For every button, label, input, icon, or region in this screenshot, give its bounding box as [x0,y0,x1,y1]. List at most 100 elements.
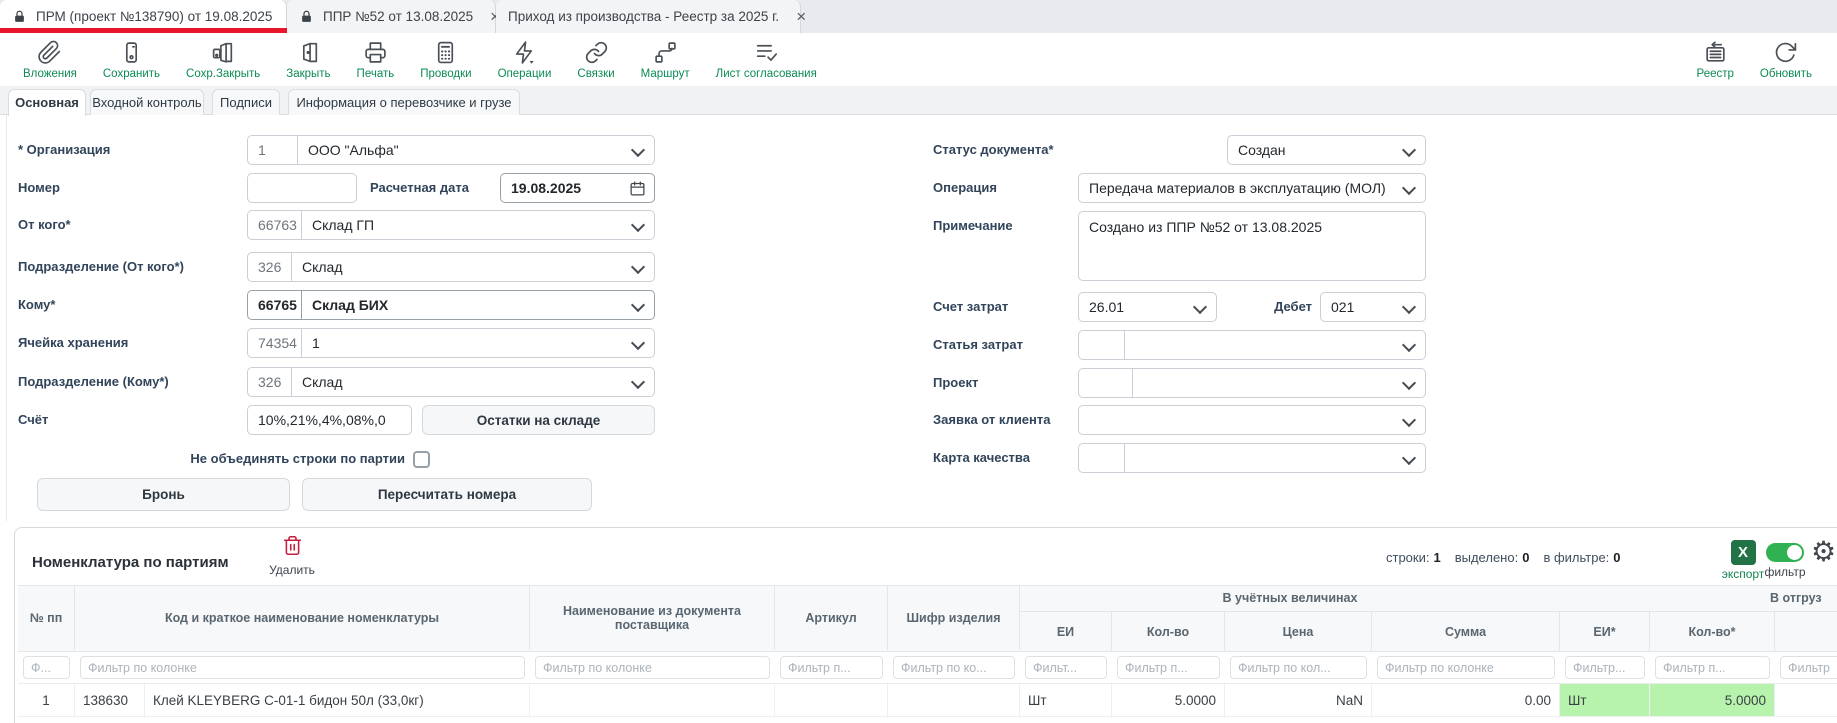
to-code-field[interactable]: 66765 [247,290,302,320]
table-row[interactable]: 1 138630 Клей KLEYBERG С-01-1 бидон 50л … [18,684,1837,717]
calendar-icon[interactable] [629,180,646,197]
filter-toggle-group: фильтр [1755,540,1815,579]
filter-unit-ship-input[interactable] [1565,656,1645,679]
note-textarea[interactable]: Создано из ППР №52 от 13.08.2025 [1078,211,1426,281]
number-label: Номер [18,173,60,203]
print-button[interactable]: Печать [344,40,408,80]
col-article[interactable]: Артикул [775,586,888,650]
form-left-border [6,115,7,521]
tab-signatures[interactable]: Подписи [212,89,280,115]
org-select[interactable]: ООО "Альфа" [298,135,655,165]
operations-button[interactable]: Операции [485,40,565,80]
registry-label: Реестр [1697,68,1734,80]
col-num[interactable]: № пп [18,586,75,650]
org-code-field[interactable]: 1 [247,135,298,165]
close-icon[interactable]: × [788,8,806,25]
chevron-down-icon [631,298,645,312]
stock-balance-button[interactable]: Остатки на складе [422,405,655,435]
registry-button[interactable]: Реестр [1684,40,1747,80]
filter-qty-ship-input[interactable] [1655,656,1770,679]
cell-unit: Шт [1020,684,1112,716]
recalc-numbers-button[interactable]: Пересчитать номера [302,478,592,511]
close-button[interactable]: Закрыть [273,40,343,80]
debit-select[interactable]: 021 [1320,292,1426,322]
route-icon [653,40,678,65]
col-unit[interactable]: ЕИ [1020,612,1112,651]
dept-to-code-field[interactable]: 326 [247,367,292,397]
col-code-name[interactable]: Код и краткое наименование номенклатуры [75,586,530,650]
filter-article-input[interactable] [780,656,883,679]
storage-cell-code-field[interactable]: 74354 [247,328,302,358]
quality-card-code-field[interactable] [1078,443,1125,473]
filter-amount-input[interactable] [1377,656,1555,679]
to-select[interactable]: Склад БИХ [302,290,655,320]
storage-cell-select[interactable]: 1 [302,328,655,358]
calc-date-field[interactable]: 19.08.2025 [500,173,655,203]
operation-label: Операция [933,173,997,203]
route-button[interactable]: Маршрут [628,40,703,80]
status-select[interactable]: Создан [1227,135,1426,165]
gear-icon[interactable]: ⚙ [1811,536,1836,568]
reserve-button[interactable]: Бронь [37,478,290,511]
dept-from-code-field[interactable]: 326 [247,252,292,282]
account-field[interactable]: 10%,21%,4%,08%,0 [247,405,412,435]
col-qty[interactable]: Кол-во [1112,612,1225,651]
group-shipping-title: В отгруз [1560,586,1837,612]
cell-price: NaN [1225,684,1372,716]
filter-qty-input[interactable] [1117,656,1220,679]
delete-row-button[interactable]: Удалить [257,535,327,577]
save-button[interactable]: Сохранить [90,40,173,80]
lightning-icon [512,40,537,65]
filter-unit-input[interactable] [1025,656,1107,679]
cost-item-select[interactable] [1125,330,1426,360]
client-request-select[interactable] [1078,405,1426,435]
links-button[interactable]: Связки [564,40,627,80]
postings-button[interactable]: Проводки [407,40,484,80]
filter-price-input[interactable] [1230,656,1367,679]
col-price[interactable]: Цена [1225,612,1372,651]
cost-account-select[interactable]: 26.01 [1078,292,1217,322]
from-select[interactable]: Склад ГП [302,210,655,240]
col-cut-off[interactable] [1775,612,1837,651]
window-tab-registry[interactable]: Приход из производства - Реестр за 2025 … [496,0,801,33]
col-product-code[interactable]: Шифр изделия [888,586,1020,650]
number-input[interactable] [247,173,357,203]
tab-carrier-info[interactable]: Информация о перевозчике и грузе [288,89,520,115]
cost-item-code-field[interactable] [1078,330,1125,360]
operation-select[interactable]: Передача материалов в эксплуатацию (МОЛ) [1078,173,1426,203]
refresh-label: Обновить [1760,68,1812,80]
tab-input-control[interactable]: Входной контроль [90,89,204,115]
filter-num-input[interactable] [23,656,70,679]
filter-cut-off-input[interactable] [1780,656,1837,679]
chevron-down-icon [631,218,645,232]
cell-qty-ship: 5.0000 [1650,684,1775,716]
project-select[interactable] [1133,368,1426,398]
col-amount[interactable]: Сумма [1372,612,1560,651]
filter-code-name-input[interactable] [80,656,525,679]
attachments-button[interactable]: Вложения [10,40,90,80]
filter-supplier-name-input[interactable] [535,656,770,679]
project-code-field[interactable] [1078,368,1133,398]
col-unit-ship[interactable]: ЕИ* [1560,612,1650,651]
refresh-button[interactable]: Обновить [1747,40,1825,80]
col-supplier-name[interactable]: Наименование из документа поставщика [530,586,775,650]
from-code-field[interactable]: 66763 [247,210,302,240]
filter-toggle[interactable] [1766,543,1804,562]
merge-checkbox-label: Не объединять строки по партии [100,444,405,474]
filter-product-code-input[interactable] [893,656,1015,679]
save-icon [119,40,144,65]
dept-to-select[interactable]: Склад [292,367,655,397]
window-tab-ppr[interactable]: ППР №52 от 13.08.2025 × [287,0,496,33]
approval-sheet-button[interactable]: Лист согласования [703,40,830,80]
project-label: Проект [933,368,978,398]
tab-main[interactable]: Основная [8,89,86,116]
dept-from-label: Подразделение (От кого*) [18,252,184,282]
group-accounting-title: В учётных величинах [1020,586,1560,612]
save-close-button[interactable]: Сохр.Закрыть [173,40,273,80]
dept-from-select[interactable]: Склад [292,252,655,282]
chevron-down-icon [1402,376,1416,390]
refresh-icon [1773,40,1798,65]
quality-card-select[interactable] [1125,443,1426,473]
merge-checkbox[interactable] [413,451,430,468]
col-qty-ship[interactable]: Кол-во* [1650,612,1775,651]
